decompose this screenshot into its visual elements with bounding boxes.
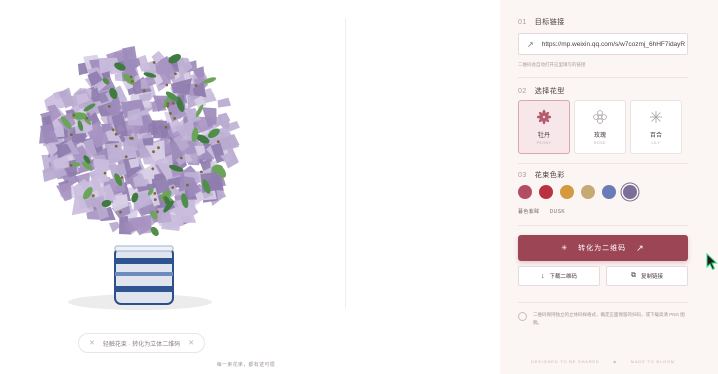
note: 二维码保持独立的立体码样格式，确定正面保留的扫码，或下载高清 PNG 图稿。 — [518, 311, 690, 327]
download-qr-button[interactable]: ↓ 下载二维码 — [518, 266, 600, 286]
footer-right: MADE TO BLOOM — [630, 359, 675, 364]
bouquet-hint-pill[interactable]: ✕ 轻触花束 · 转化为立体二维码 ✕ — [78, 333, 206, 353]
close-icon[interactable]: ✕ — [89, 339, 95, 347]
url-value: https://mp.weixin.qq.com/s/w7cozmj_6hHF7… — [541, 40, 686, 48]
color-swatch[interactable] — [560, 185, 574, 199]
bouquet-stage: ✕ 轻触花束 · 转化为立体二维码 ✕ 每一束花束，都有迹可循 — [0, 0, 500, 374]
section-color-title: 03 花束色彩 — [518, 172, 565, 179]
flower-option-sub: ROSE — [594, 141, 606, 145]
color-swatch[interactable] — [623, 185, 637, 199]
flower-option-sub: PEONY — [536, 141, 552, 145]
stage-caption: 每一束花束，都有迹可循 — [216, 362, 275, 368]
hint-text: 轻触花束 · 转化为立体二维码 — [102, 341, 181, 348]
footer-left: DESIGNED TO BE SHARED — [531, 359, 600, 364]
flower-option-lily[interactable]: 百合 LILY — [630, 100, 682, 154]
copy-link-button[interactable]: ⧉ 复制链接 — [606, 266, 688, 286]
flower-option-peony[interactable]: 牡丹 PEONY — [518, 100, 570, 154]
convert-label: 转化为二维码 — [578, 245, 627, 252]
download-label: 下载二维码 — [549, 274, 577, 280]
sparkle-icon: ✳ — [561, 245, 569, 252]
footer: DESIGNED TO BE SHARED ■ MADE TO BLOOM — [518, 359, 688, 364]
mouse-cursor-icon — [706, 253, 718, 271]
divider — [518, 225, 688, 226]
url-input[interactable]: ↗ https://mp.weixin.qq.com/s/w7cozmj_6hH… — [518, 33, 688, 55]
divider — [518, 77, 688, 78]
color-swatch[interactable] — [581, 185, 595, 199]
bouquet-illustration[interactable] — [30, 40, 270, 320]
url-hint: 二维码会自动打开这里填写的链接 — [518, 62, 586, 67]
color-swatch[interactable] — [518, 185, 532, 199]
divider — [518, 163, 688, 164]
section-link-title: 01 目标链接 — [518, 19, 565, 26]
flower-option-label: 牡丹 — [537, 133, 550, 139]
settings-panel: 01 目标链接 ↗ https://mp.weixin.qq.com/s/w7co… — [500, 0, 718, 374]
footer-dot-icon: ■ — [613, 359, 617, 364]
color-swatch[interactable] — [539, 185, 553, 199]
check-icon — [518, 312, 527, 321]
download-icon: ↓ — [540, 272, 545, 280]
lily-icon — [650, 111, 662, 123]
flower-option-sub: LILY — [651, 141, 661, 145]
stage-divider — [345, 18, 346, 308]
convert-to-qr-button[interactable]: ✳ 转化为二维码 ↗ — [518, 235, 688, 261]
flower-option-label: 百合 — [649, 133, 662, 139]
flower-option-rose[interactable]: 玫瑰 ROSE — [574, 100, 626, 154]
copy-icon: ⧉ — [630, 272, 636, 279]
link-arrow-icon: ↗ — [527, 39, 534, 49]
note-text: 二维码保持独立的立体码样格式，确定正面保留的扫码，或下载高清 PNG 图稿。 — [533, 312, 685, 325]
close-icon[interactable]: ✕ — [188, 339, 194, 347]
color-swatch[interactable] — [602, 185, 616, 199]
arrow-up-right-icon: ↗ — [636, 242, 645, 253]
section-flower-title: 02 选择花型 — [518, 88, 565, 95]
copy-label: 复制链接 — [640, 274, 663, 280]
peony-icon — [536, 109, 552, 125]
divider — [518, 302, 688, 303]
color-label: 暮色紫眸 DUSK — [518, 209, 566, 215]
rose-icon — [593, 110, 607, 124]
flower-option-label: 玫瑰 — [593, 133, 606, 139]
